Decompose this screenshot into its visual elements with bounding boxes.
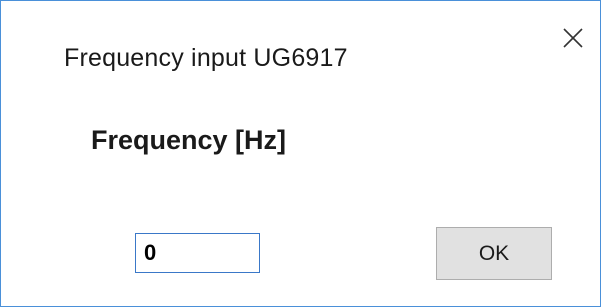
dialog-title: Frequency input UG6917: [64, 44, 348, 72]
ok-button[interactable]: OK: [436, 227, 552, 280]
close-button[interactable]: [558, 23, 588, 53]
frequency-dialog: Frequency input UG6917 Frequency [Hz] OK: [0, 0, 601, 307]
frequency-input[interactable]: [135, 233, 260, 273]
frequency-label: Frequency [Hz]: [91, 125, 287, 155]
close-icon: [558, 23, 588, 53]
